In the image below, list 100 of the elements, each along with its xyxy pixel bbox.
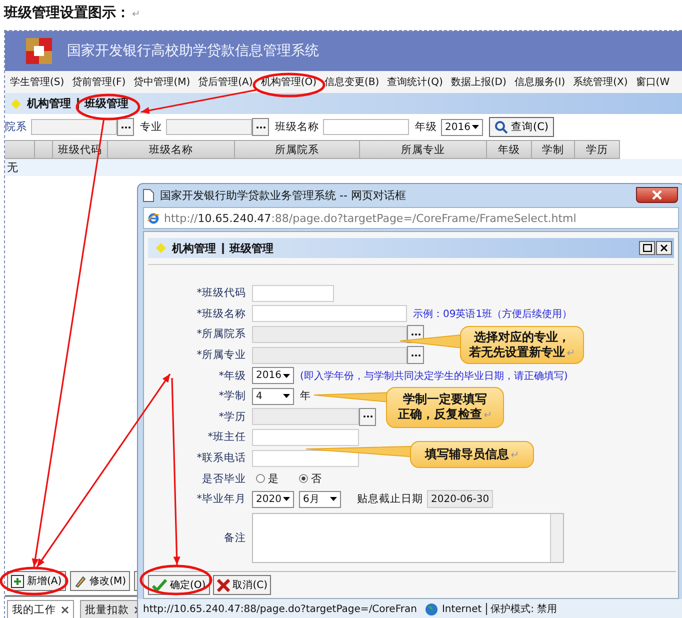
ellipsis-icon — [410, 332, 420, 336]
select-field[interactable]: 2016 — [252, 367, 294, 384]
menu-item[interactable]: 查询统计(Q) — [387, 75, 443, 89]
check-icon — [152, 578, 167, 592]
scrollbar[interactable] — [550, 514, 563, 562]
page-icon — [143, 188, 154, 202]
input-field[interactable] — [252, 346, 407, 364]
field-label: *班主任 — [206, 430, 247, 444]
input-field[interactable] — [166, 119, 252, 135]
close-icon — [660, 244, 668, 252]
field-label: 备注 — [223, 530, 247, 545]
caret-icon — [283, 394, 290, 398]
caret-icon — [472, 125, 479, 129]
menu-item[interactable]: 窗口(W — [636, 75, 670, 89]
select-field[interactable]: 2020 — [252, 490, 294, 508]
field-label: *联系电话 — [196, 451, 247, 466]
menu-item[interactable]: 信息服务(I) — [514, 75, 566, 89]
input-field[interactable] — [252, 326, 407, 343]
table-header-cell — [35, 140, 53, 159]
filter-label: 班级名称 — [275, 120, 319, 134]
table-header-cell: 所属院系 — [235, 140, 360, 159]
readonly-field: 2020-06-30 — [427, 490, 494, 508]
radio-option[interactable]: 否 — [299, 472, 322, 486]
menu-item[interactable]: 信息变更(B) — [324, 75, 380, 89]
breadcrumb-item[interactable]: 机构管理 — [172, 240, 216, 256]
table-header-cell: 学制 — [532, 140, 575, 159]
menu-item[interactable]: 系统管理(X) — [573, 75, 628, 89]
browse-button[interactable] — [252, 118, 269, 136]
app-title: 国家开发银行高校助学贷款信息管理系统 — [67, 42, 319, 60]
input-field[interactable] — [252, 305, 407, 322]
close-button[interactable] — [656, 241, 672, 255]
filter-label: 专业 — [140, 120, 162, 134]
dialog-button[interactable]: 取消(C) — [212, 575, 272, 595]
filter-label: 院系 — [5, 120, 27, 134]
ellipsis-icon — [120, 126, 130, 128]
field-label: *学历 — [218, 410, 247, 424]
cross-icon — [216, 578, 230, 592]
logo-icon — [26, 38, 52, 64]
search-icon — [494, 120, 508, 134]
hint-text: (即入学年份，与学制共同决定学生的毕业日期，请正确填写) — [300, 370, 568, 383]
input-field[interactable] — [252, 450, 359, 467]
input-field[interactable] — [31, 119, 117, 135]
select-field[interactable]: 4 — [252, 388, 294, 405]
select-field[interactable]: 2016 — [441, 118, 483, 136]
paragraph-mark: ↵ — [132, 9, 140, 20]
callout: 学制一定要填写 正确，反复检查 ↵ — [386, 387, 504, 428]
field-label: *班级名称 — [196, 306, 247, 321]
text-area[interactable] — [252, 512, 564, 563]
ellipsis-icon — [410, 354, 420, 357]
browser-icon — [147, 212, 160, 224]
table-header-cell: 年级 — [487, 140, 532, 159]
diamond-icon — [156, 243, 166, 253]
maximize-button[interactable] — [639, 241, 655, 255]
breadcrumb-item[interactable]: 机构管理 — [27, 96, 71, 111]
ellipsis-icon — [256, 126, 266, 128]
field-label: *年级 — [218, 368, 247, 383]
field-label: *所属专业 — [196, 348, 247, 362]
toolbar-button[interactable]: 修改(M) — [70, 571, 130, 591]
menu-item[interactable]: 学生管理(S) — [10, 75, 64, 89]
callout: 填写辅导员信息 ↵ — [410, 441, 534, 468]
input-field[interactable] — [252, 408, 359, 426]
menu-item[interactable]: 贷中管理(M) — [134, 75, 190, 89]
hint-text: 示例：09英语1班（方便后续使用） — [413, 308, 572, 321]
browse-button[interactable] — [407, 346, 424, 364]
close-icon — [61, 606, 69, 614]
toolbar-button[interactable]: 新增(A) — [7, 571, 66, 591]
field-label: *学制 — [218, 389, 247, 404]
browse-button[interactable] — [359, 408, 376, 426]
filter-label: 年级 — [415, 120, 437, 134]
diamond-icon — [11, 98, 21, 108]
radio-option[interactable]: 是 — [256, 472, 279, 486]
unit-label: 年 — [300, 389, 311, 404]
menu-item[interactable]: 数据上报(D) — [450, 75, 506, 89]
table-header-cell — [5, 140, 35, 159]
page-heading: 班级管理设置图示： — [4, 5, 130, 21]
input-field[interactable] — [252, 284, 334, 302]
menu-item[interactable]: 贷后管理(A) — [198, 75, 253, 89]
field-label: *毕业年月 — [196, 492, 247, 506]
maximize-icon — [642, 244, 652, 252]
select-field[interactable]: 6月 — [299, 490, 341, 508]
menu-item[interactable]: 机构管理(O) — [260, 75, 316, 89]
tab[interactable]: 我的工作 — [7, 600, 74, 618]
browse-button[interactable] — [117, 118, 134, 136]
highlight-ellipse — [76, 94, 140, 120]
table-header-cell: 班级名称 — [108, 140, 235, 159]
input-field[interactable] — [252, 428, 359, 446]
close-button[interactable] — [636, 187, 678, 203]
brush-icon — [74, 574, 87, 588]
field-label: *所属院系 — [196, 327, 247, 342]
address-text: http://10.65.240.47:88/page.do?targetPage=/CoreFrame/FrameSelect.html — [164, 212, 576, 224]
protected-mode-text: 保护模式: 禁用 — [490, 602, 558, 616]
close-icon — [652, 190, 662, 200]
table-header-cell: 所属专业 — [360, 140, 487, 159]
ellipsis-icon — [362, 415, 372, 418]
plus-icon — [11, 574, 24, 588]
search-button[interactable]: 查询(C) — [489, 117, 554, 137]
breadcrumb-item[interactable]: 班级管理 — [230, 240, 274, 256]
caret-icon — [283, 497, 290, 502]
menu-item[interactable]: 贷前管理(F) — [72, 75, 126, 89]
input-field[interactable] — [323, 119, 409, 135]
